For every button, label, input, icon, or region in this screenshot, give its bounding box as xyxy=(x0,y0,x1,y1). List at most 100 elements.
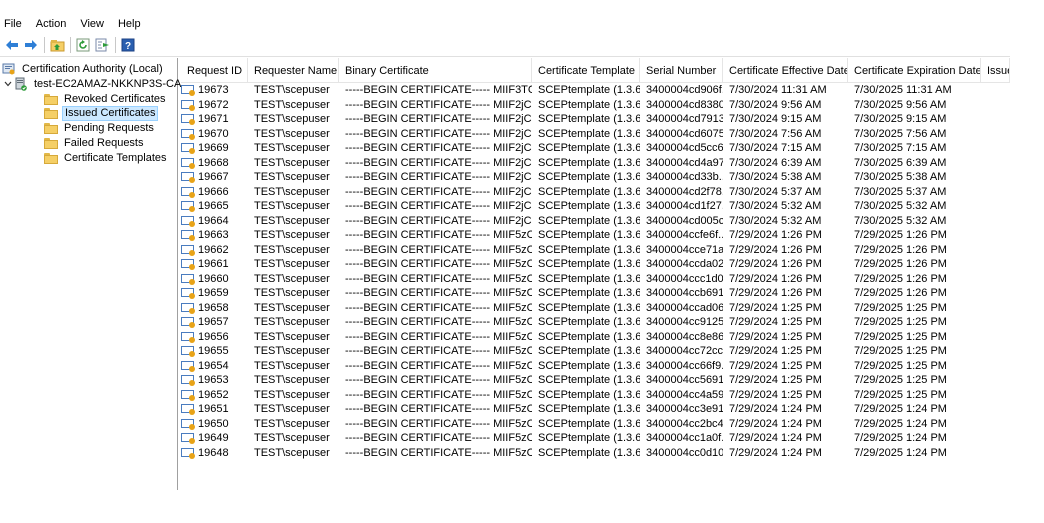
forward-arrow-icon[interactable] xyxy=(23,37,39,53)
table-row[interactable]: 19660 TEST\scepuser -----BEGIN CERTIFICATE… xyxy=(181,272,1010,287)
cell-request-id: 19654 xyxy=(181,359,248,374)
table-row[interactable]: 19664 TEST\scepuser -----BEGIN CERTIFICATE… xyxy=(181,214,1010,229)
table-row[interactable]: 19665 TEST\scepuser -----BEGIN CERTIFICATE… xyxy=(181,199,1010,214)
help-icon[interactable]: ? xyxy=(120,37,136,53)
table-row[interactable]: 19657 TEST\scepuser -----BEGIN CERTIFICATE… xyxy=(181,315,1010,330)
column-header-certificate-template[interactable]: Certificate Template xyxy=(532,58,640,82)
cell-requester-name: TEST\scepuser xyxy=(254,142,330,154)
cell-requester-name: TEST\scepuser xyxy=(254,330,330,343)
cell-requester-name: TEST\scepuser xyxy=(254,388,330,401)
cell-certificate-template: SCEPtemplate (1.3.6.... xyxy=(538,156,640,169)
request-id-text: 19648 xyxy=(198,446,229,459)
certificate-icon xyxy=(181,84,196,97)
cell-binary-certificate: -----BEGIN CERTIFICATE----- MIIF5zCC... xyxy=(345,229,532,241)
table-row[interactable]: 19667 TEST\scepuser -----BEGIN CERTIFICATE… xyxy=(181,170,1010,185)
request-id-text: 19649 xyxy=(198,432,229,444)
table-row[interactable]: 19651 TEST\scepuser -----BEGIN CERTIFICATE… xyxy=(181,402,1010,417)
table-row[interactable]: 19649 TEST\scepuser -----BEGIN CERTIFICATE… xyxy=(181,431,1010,446)
table-row[interactable]: 19670 TEST\scepuser -----BEGIN CERTIFICATE… xyxy=(181,127,1010,142)
cell-certificate-template: SCEPtemplate (1.3.6.... xyxy=(538,171,640,183)
tree-item-pending-requests[interactable]: Pending Requests xyxy=(44,121,156,135)
certificate-icon xyxy=(181,345,196,358)
table-row[interactable]: 19668 TEST\scepuser -----BEGIN CERTIFICATE… xyxy=(181,156,1010,171)
column-header-expiration-date[interactable]: Certificate Expiration Date xyxy=(848,58,981,82)
menu-action[interactable]: Action xyxy=(29,14,74,34)
table-row[interactable]: 19671 TEST\scepuser -----BEGIN CERTIFICATE… xyxy=(181,112,1010,127)
cell-binary-certificate: -----BEGIN CERTIFICATE----- MIIF5zCC... xyxy=(345,432,532,444)
table-row[interactable]: 19650 TEST\scepuser -----BEGIN CERTIFICATE… xyxy=(181,417,1010,432)
cell-requester-name: TEST\scepuser xyxy=(254,403,330,415)
table-row[interactable]: 19659 TEST\scepuser -----BEGIN CERTIFICATE… xyxy=(181,286,1010,301)
column-header-serial-number[interactable]: Serial Number xyxy=(640,58,723,82)
tree-item-failed-requests[interactable]: Failed Requests xyxy=(44,136,146,150)
cell-effective-date: 7/30/2024 11:31 AM xyxy=(729,84,827,96)
cell-request-id: 19670 xyxy=(181,127,248,142)
request-id-text: 19652 xyxy=(198,388,229,401)
cell-certificate-template: SCEPtemplate (1.3.6.... xyxy=(538,316,640,328)
tree-root[interactable]: Certification Authority (Local) xyxy=(2,62,165,76)
cell-expiration-date: 7/29/2025 1:24 PM xyxy=(854,417,947,430)
export-list-icon[interactable] xyxy=(94,37,110,53)
certificate-icon xyxy=(181,447,196,459)
cell-binary-certificate: -----BEGIN CERTIFICATE----- MIIF2jCC... xyxy=(345,200,532,212)
cell-certificate-template: SCEPtemplate (1.3.6.... xyxy=(538,301,640,314)
cell-binary-certificate: -----BEGIN CERTIFICATE----- MIIF5zCC... xyxy=(345,374,532,386)
tree-item-label: Issued Certificates xyxy=(62,105,159,121)
table-row[interactable]: 19662 TEST\scepuser -----BEGIN CERTIFICATE… xyxy=(181,243,1010,258)
cell-serial-number: 3400004cc8e86... xyxy=(646,330,723,343)
table-row[interactable]: 19654 TEST\scepuser -----BEGIN CERTIFICATE… xyxy=(181,359,1010,374)
cell-requester-name: TEST\scepuser xyxy=(254,84,330,96)
column-header-issue[interactable]: Issue xyxy=(981,58,1010,82)
cell-request-id: 19665 xyxy=(181,199,248,214)
cell-requester-name: TEST\scepuser xyxy=(254,287,330,299)
cell-effective-date: 7/30/2024 5:37 AM xyxy=(729,185,822,198)
cell-binary-certificate: -----BEGIN CERTIFICATE----- MIIF2jCC... xyxy=(345,98,532,111)
cell-serial-number: 3400004cd8380... xyxy=(646,98,723,111)
certificate-icon xyxy=(181,316,196,329)
cell-certificate-template: SCEPtemplate (1.3.6.... xyxy=(538,229,640,241)
tree-item-label: Pending Requests xyxy=(64,121,154,134)
certificate-icon xyxy=(181,302,196,314)
tree-item-certificate-templates[interactable]: Certificate Templates xyxy=(44,151,169,165)
certificate-icon xyxy=(181,99,196,111)
column-header-binary-certificate[interactable]: Binary Certificate xyxy=(339,58,532,82)
cell-request-id: 19673 xyxy=(181,83,248,98)
up-folder-icon[interactable] xyxy=(49,37,65,53)
request-id-text: 19664 xyxy=(198,214,229,227)
column-header-requester-name[interactable]: Requester Name xyxy=(248,58,339,82)
cell-request-id: 19652 xyxy=(181,388,248,403)
cell-effective-date: 7/29/2024 1:24 PM xyxy=(729,432,822,444)
table-row[interactable]: 19656 TEST\scepuser -----BEGIN CERTIFICATE… xyxy=(181,330,1010,345)
table-row[interactable]: 19672 TEST\scepuser -----BEGIN CERTIFICATE… xyxy=(181,98,1010,113)
table-row[interactable]: 19653 TEST\scepuser -----BEGIN CERTIFICATE… xyxy=(181,373,1010,388)
tree-item-revoked-certificates[interactable]: Revoked Certificates xyxy=(44,92,168,106)
menu-help[interactable]: Help xyxy=(111,14,148,34)
cell-effective-date: 7/29/2024 1:24 PM xyxy=(729,417,822,430)
cell-certificate-template: SCEPtemplate (1.3.6.... xyxy=(538,417,640,430)
table-row[interactable]: 19658 TEST\scepuser -----BEGIN CERTIFICATE… xyxy=(181,301,1010,316)
folder-icon xyxy=(44,152,58,164)
tree-ca-node[interactable]: test-EC2AMAZ-NKKNP3S-CA xyxy=(4,77,183,91)
table-row[interactable]: 19652 TEST\scepuser -----BEGIN CERTIFICATE… xyxy=(181,388,1010,403)
table-row[interactable]: 19648 TEST\scepuser -----BEGIN CERTIFICATE… xyxy=(181,446,1010,461)
table-row[interactable]: 19661 TEST\scepuser -----BEGIN CERTIFICATE… xyxy=(181,257,1010,272)
tree-item-issued-certificates[interactable]: Issued Certificates xyxy=(44,105,159,121)
refresh-icon[interactable] xyxy=(75,37,91,53)
table-row[interactable]: 19669 TEST\scepuser -----BEGIN CERTIFICATE… xyxy=(181,141,1010,156)
menu-file[interactable]: File xyxy=(0,14,29,34)
column-header-effective-date[interactable]: Certificate Effective Date xyxy=(723,58,848,82)
table-row[interactable]: 19663 TEST\scepuser -----BEGIN CERTIFICATE… xyxy=(181,228,1010,243)
menu-view[interactable]: View xyxy=(73,14,111,34)
table-row[interactable]: 19655 TEST\scepuser -----BEGIN CERTIFICATE… xyxy=(181,344,1010,359)
table-row[interactable]: 19666 TEST\scepuser -----BEGIN CERTIFICATE… xyxy=(181,185,1010,200)
back-arrow-icon[interactable] xyxy=(4,37,20,53)
ca-server-icon xyxy=(14,77,30,91)
cell-binary-certificate: -----BEGIN CERTIFICATE----- MIIF5zCC... xyxy=(345,301,532,314)
column-header-request-id[interactable]: Request ID xyxy=(181,58,248,82)
cell-certificate-template: SCEPtemplate (1.3.6.... xyxy=(538,446,640,459)
tree-ca-label: test-EC2AMAZ-NKKNP3S-CA xyxy=(34,77,182,90)
table-row[interactable]: 19673 TEST\scepuser -----BEGIN CERTIFICATE… xyxy=(181,83,1010,98)
chevron-down-icon[interactable] xyxy=(4,78,14,90)
cell-expiration-date: 7/30/2025 5:38 AM xyxy=(854,171,947,183)
cell-binary-certificate: -----BEGIN CERTIFICATE----- MIIF5zCC... xyxy=(345,388,532,401)
